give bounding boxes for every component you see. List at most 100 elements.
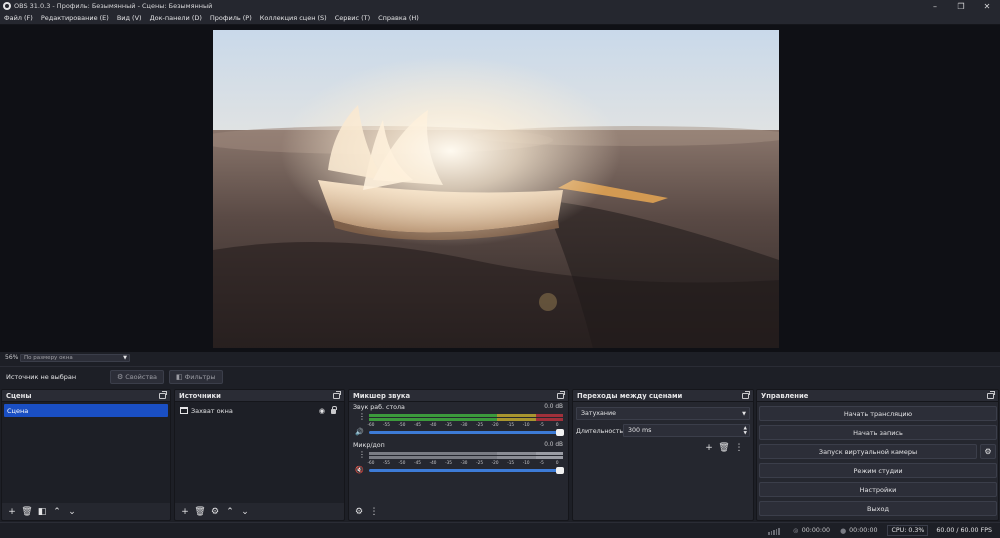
- zoom-percent: 56%: [5, 354, 19, 361]
- duration-input[interactable]: 300 ms ▲ ▼: [623, 424, 750, 437]
- scenes-header: Сцены: [2, 390, 170, 402]
- gear-icon: ⚙: [117, 372, 124, 381]
- filter-icon[interactable]: ◧: [35, 505, 49, 519]
- meter-tick: -10: [522, 422, 530, 427]
- lock-icon[interactable]: [331, 406, 337, 414]
- controls-dock: Управление Начать трансляцию Начать запи…: [756, 389, 999, 521]
- slider-handle[interactable]: [556, 429, 564, 436]
- undock-icon[interactable]: [557, 390, 565, 399]
- meter-tick: -40: [429, 422, 437, 427]
- gear-icon[interactable]: ⚙: [208, 505, 222, 519]
- minimize-icon[interactable]: –: [922, 0, 948, 12]
- menu-view[interactable]: Вид (V): [113, 14, 146, 22]
- speaker-icon[interactable]: 🔊: [355, 428, 364, 436]
- menu-edit[interactable]: Редактирование (E): [37, 14, 113, 22]
- menu-help[interactable]: Справка (H): [374, 14, 423, 22]
- meter-bar-left: [369, 414, 563, 417]
- maximize-icon[interactable]: ❐: [948, 0, 974, 12]
- kebab-menu-icon[interactable]: ⋮: [732, 441, 746, 455]
- chevron-down-icon[interactable]: ▼: [744, 431, 747, 436]
- mixer-dock: Микшер звука Звук раб. стола 0.0 dB ⋮ -6…: [348, 389, 569, 521]
- scenes-list: Сцена: [2, 402, 170, 503]
- duration-label: Длительность: [576, 428, 624, 435]
- undock-icon[interactable]: [987, 390, 995, 399]
- chevron-up-icon[interactable]: ⌃: [223, 505, 237, 519]
- trash-icon[interactable]: 🗑: [20, 505, 34, 519]
- kebab-menu-icon[interactable]: ⋮: [367, 505, 381, 519]
- undock-icon[interactable]: [742, 390, 750, 399]
- transition-select[interactable]: Затухание ▼: [576, 407, 750, 420]
- kebab-menu-icon[interactable]: ⋮: [358, 413, 366, 421]
- speaker-muted-icon[interactable]: 🔇: [355, 466, 364, 474]
- start-virtual-camera-button[interactable]: Запуск виртуальной камеры: [759, 444, 977, 459]
- start-streaming-button[interactable]: Начать трансляцию: [759, 406, 997, 421]
- filter-icon: ◧: [176, 372, 183, 381]
- gears-icon[interactable]: ⚙: [352, 505, 366, 519]
- exit-button[interactable]: Выход: [759, 501, 997, 516]
- filters-label: Фильтры: [184, 372, 216, 381]
- add-icon[interactable]: +: [702, 441, 716, 455]
- slider-handle[interactable]: [556, 467, 564, 474]
- properties-label: Свойства: [125, 372, 158, 381]
- meter-tick: -25: [476, 422, 483, 427]
- preview-area[interactable]: [0, 25, 1000, 352]
- mixer-toolbar: ⚙ ⋮: [349, 503, 568, 520]
- start-recording-button[interactable]: Начать запись: [759, 425, 997, 440]
- meter-tick: -55: [383, 422, 390, 427]
- source-item[interactable]: Захват окна ◉: [177, 404, 342, 417]
- menu-profile[interactable]: Профиль (P): [206, 14, 256, 22]
- volume-slider[interactable]: [369, 467, 564, 474]
- add-icon[interactable]: +: [5, 505, 19, 519]
- scene-item[interactable]: Сцена: [4, 404, 168, 417]
- preview-image: [213, 30, 779, 348]
- fps-counter: 60.00 / 60.00 FPS: [936, 527, 992, 534]
- undock-icon[interactable]: [159, 390, 167, 399]
- meter-tick: -45: [414, 460, 421, 465]
- chevron-up-icon[interactable]: ⌃: [50, 505, 64, 519]
- record-status: ● 00:00:00: [840, 527, 877, 535]
- chevron-down-icon[interactable]: ⌄: [238, 505, 252, 519]
- sources-list: Захват окна ◉: [175, 402, 344, 503]
- transitions-title: Переходы между сценами: [577, 391, 683, 400]
- meter-tick: -25: [476, 460, 483, 465]
- properties-button[interactable]: ⚙ Свойства: [110, 369, 165, 384]
- mixer-header: Микшер звука: [349, 390, 568, 402]
- scenes-dock: Сцены Сцена + 🗑 ◧ ⌃ ⌄: [1, 389, 171, 521]
- eye-icon[interactable]: ◉: [319, 407, 325, 415]
- stream-time: 00:00:00: [801, 527, 831, 534]
- obs-window: OBS 31.0.3 - Профиль: Безымянный - Сцены…: [0, 0, 1000, 538]
- volume-slider[interactable]: [369, 429, 564, 436]
- zoom-mode-value: По размеру окна: [24, 354, 73, 361]
- undock-icon[interactable]: [333, 390, 341, 399]
- window-controls: – ❐ ✕: [922, 0, 1000, 12]
- scenes-title: Сцены: [6, 391, 32, 400]
- kebab-menu-icon[interactable]: ⋮: [358, 451, 366, 459]
- virtual-camera-settings-gear-icon[interactable]: ⚙: [980, 444, 996, 459]
- mixer-title: Микшер звука: [353, 391, 411, 400]
- meter-tick: -5: [539, 460, 544, 465]
- trash-icon[interactable]: 🗑: [193, 505, 207, 519]
- zoom-bar: 56% По размеру окна ▼: [0, 352, 1000, 363]
- menu-tools[interactable]: Сервис (T): [331, 14, 374, 22]
- meter-tick: 0: [555, 422, 559, 427]
- settings-button[interactable]: Настройки: [759, 482, 997, 497]
- mixer-channel-desktop: Звук раб. стола 0.0 dB ⋮ -60 -55 -50 -45: [349, 402, 568, 440]
- meter-tick: -5: [539, 422, 544, 427]
- sources-dock: Источники Захват окна ◉ + 🗑 ⚙ ⌃ ⌄: [174, 389, 345, 521]
- add-icon[interactable]: +: [178, 505, 192, 519]
- filters-button[interactable]: ◧ Фильтры: [169, 369, 223, 384]
- chevron-down-icon[interactable]: ⌄: [65, 505, 79, 519]
- duration-spinner[interactable]: ▲ ▼: [744, 425, 747, 436]
- stream-icon: ⊚: [792, 526, 799, 535]
- transitions-toolbar: + 🗑 ⋮: [702, 441, 747, 455]
- channel-db: 0.0 dB: [544, 404, 563, 410]
- controls-header: Управление: [757, 390, 998, 402]
- menu-docks[interactable]: Док-панели (D): [146, 14, 206, 22]
- studio-mode-button[interactable]: Режим студии: [759, 463, 997, 478]
- menu-scene-collection[interactable]: Коллекция сцен (S): [256, 14, 331, 22]
- close-icon[interactable]: ✕: [974, 0, 1000, 12]
- menu-file[interactable]: Файл (F): [0, 14, 37, 22]
- zoom-mode-select[interactable]: По размеру окна ▼: [20, 353, 130, 362]
- trash-icon[interactable]: 🗑: [717, 441, 731, 455]
- scenes-toolbar: + 🗑 ◧ ⌃ ⌄: [2, 503, 170, 520]
